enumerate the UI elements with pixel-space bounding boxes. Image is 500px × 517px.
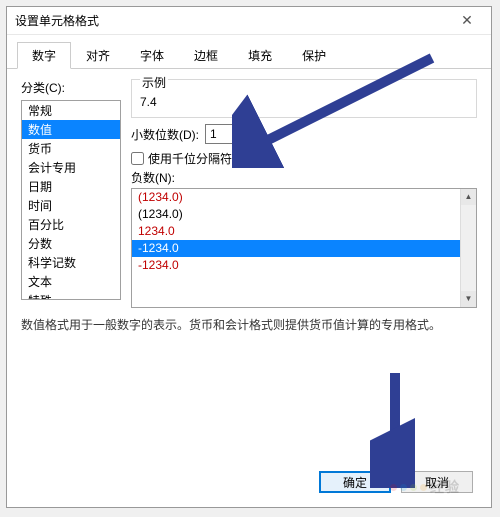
thousands-checkbox[interactable] xyxy=(131,152,144,165)
category-item[interactable]: 数值 xyxy=(22,120,120,139)
category-item[interactable]: 分数 xyxy=(22,234,120,253)
format-cells-dialog: 设置单元格格式 ✕ 数字对齐字体边框填充保护 分类(C): 常规数值货币会计专用… xyxy=(6,6,492,508)
category-item[interactable]: 日期 xyxy=(22,177,120,196)
thousands-label: 使用千位分隔符(,)(U) xyxy=(148,150,260,167)
decimal-label: 小数位数(D): xyxy=(131,126,199,143)
category-list[interactable]: 常规数值货币会计专用日期时间百分比分数科学记数文本特殊自定义 xyxy=(21,100,121,300)
negative-item[interactable]: (1234.0) xyxy=(132,206,476,223)
tab-strip: 数字对齐字体边框填充保护 xyxy=(7,35,491,69)
negative-item[interactable]: -1234.0 xyxy=(132,240,476,257)
scrollbar[interactable]: ▲ ▼ xyxy=(460,189,476,307)
scroll-up-icon[interactable]: ▲ xyxy=(461,189,476,205)
negative-item[interactable]: 1234.0 xyxy=(132,223,476,240)
sample-group: 示例 7.4 xyxy=(131,79,477,118)
thousands-checkbox-row: 使用千位分隔符(,)(U) xyxy=(131,150,477,167)
tab-2[interactable]: 字体 xyxy=(125,42,179,69)
dialog-body: 分类(C): 常规数值货币会计专用日期时间百分比分数科学记数文本特殊自定义 示例… xyxy=(7,69,491,461)
cancel-button[interactable]: 取消 xyxy=(401,471,473,493)
negative-label: 负数(N): xyxy=(131,169,477,186)
negative-list[interactable]: (1234.0)(1234.0)1234.0-1234.0-1234.0 ▲ ▼ xyxy=(131,188,477,308)
decimal-row: 小数位数(D): ▲ ▼ xyxy=(131,124,477,144)
dialog-footer: 确定 取消 xyxy=(7,461,491,507)
tab-5[interactable]: 保护 xyxy=(287,42,341,69)
format-description: 数值格式用于一般数字的表示。货币和会计格式则提供货币值计算的专用格式。 xyxy=(21,308,477,337)
scroll-down-icon[interactable]: ▼ xyxy=(461,291,476,307)
category-item[interactable]: 会计专用 xyxy=(22,158,120,177)
sample-label: 示例 xyxy=(140,74,168,91)
category-item[interactable]: 科学记数 xyxy=(22,253,120,272)
negative-item[interactable]: -1234.0 xyxy=(132,257,476,274)
category-item[interactable]: 文本 xyxy=(22,272,120,291)
sample-value: 7.4 xyxy=(140,95,468,109)
category-item[interactable]: 货币 xyxy=(22,139,120,158)
close-icon[interactable]: ✕ xyxy=(451,12,483,29)
category-item[interactable]: 百分比 xyxy=(22,215,120,234)
tab-4[interactable]: 填充 xyxy=(233,42,287,69)
category-item[interactable]: 时间 xyxy=(22,196,120,215)
decimal-input[interactable] xyxy=(205,124,245,144)
spinner-up-icon[interactable]: ▲ xyxy=(245,124,259,134)
titlebar: 设置单元格格式 ✕ xyxy=(7,7,491,35)
tab-3[interactable]: 边框 xyxy=(179,42,233,69)
category-item[interactable]: 特殊 xyxy=(22,291,120,300)
spinner-down-icon[interactable]: ▼ xyxy=(245,134,259,144)
category-item[interactable]: 常规 xyxy=(22,101,120,120)
negative-item[interactable]: (1234.0) xyxy=(132,189,476,206)
decimal-spinner[interactable]: ▲ ▼ xyxy=(205,124,259,144)
dialog-title: 设置单元格格式 xyxy=(15,12,451,29)
category-label: 分类(C): xyxy=(21,79,121,96)
tab-1[interactable]: 对齐 xyxy=(71,42,125,69)
tab-0[interactable]: 数字 xyxy=(17,42,71,69)
ok-button[interactable]: 确定 xyxy=(319,471,391,493)
